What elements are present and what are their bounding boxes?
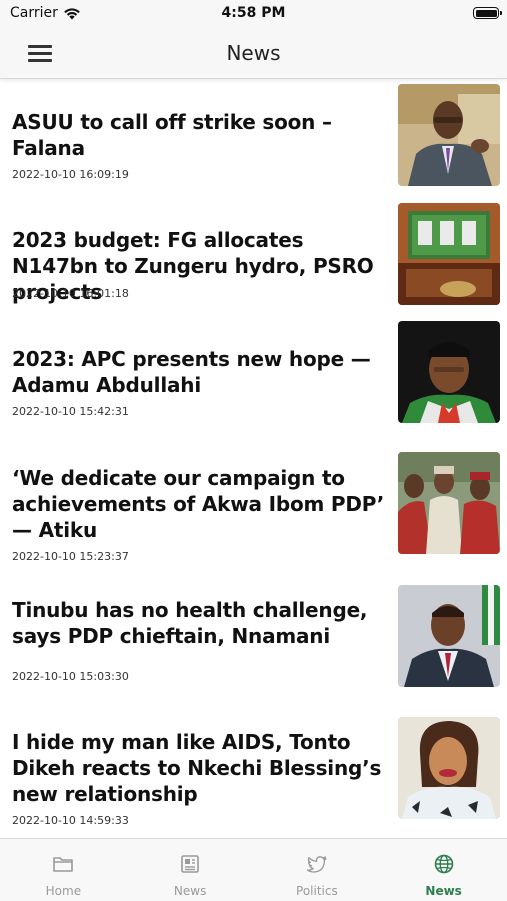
article-thumbnail	[398, 717, 500, 819]
status-time: 4:58 PM	[221, 5, 286, 21]
tab-label: News	[173, 884, 207, 898]
newspaper-icon	[181, 855, 199, 873]
article-headline: ASUU to call off strike soon – Falana	[12, 110, 332, 160]
list-item[interactable]: ‘We dedicate our campaign to achievement…	[0, 435, 507, 567]
article-timestamp: 2022-10-10 16:01:18	[12, 287, 129, 300]
status-bar: Carrier 4:58 PM	[0, 0, 507, 28]
tab-news-active[interactable]: News	[380, 839, 507, 901]
folder-icon	[53, 857, 74, 872]
article-timestamp: 2022-10-10 15:03:30	[12, 670, 129, 683]
article-headline: Tinubu has no health challenge, says PDP…	[12, 598, 368, 648]
article-thumbnail	[398, 452, 500, 554]
article-thumbnail	[398, 84, 500, 186]
article-headline: 2023: APC presents new hope — Adamu Abdu…	[12, 347, 371, 397]
article-list[interactable]: ASUU to call off strike soon – Falana 20…	[0, 79, 507, 838]
page-title: News	[226, 41, 281, 65]
article-headline: I hide my man like AIDS, Tonto Dikeh rea…	[12, 730, 382, 806]
article-headline: ‘We dedicate our campaign to achievement…	[12, 466, 385, 542]
tab-label: Politics	[296, 884, 338, 898]
article-timestamp: 2022-10-10 15:42:31	[12, 405, 129, 418]
globe-icon	[434, 854, 453, 874]
tab-label: Home	[45, 884, 82, 898]
tab-politics[interactable]: Politics	[254, 839, 381, 901]
battery-icon	[473, 7, 502, 19]
tab-bar: Home News Politics News	[0, 838, 507, 901]
list-item[interactable]: Tinubu has no health challenge, says PDP…	[0, 567, 507, 687]
article-timestamp: 2022-10-10 16:09:19	[12, 168, 129, 181]
tab-news[interactable]: News	[127, 839, 254, 901]
twitter-bird-icon	[306, 856, 327, 873]
article-thumbnail	[398, 203, 500, 305]
list-item[interactable]: 2023: APC presents new hope — Adamu Abdu…	[0, 316, 507, 435]
list-item[interactable]: I hide my man like AIDS, Tonto Dikeh rea…	[0, 686, 507, 838]
navigation-bar: News	[0, 28, 507, 79]
tab-label: News	[425, 884, 462, 898]
article-timestamp: 2022-10-10 15:23:37	[12, 550, 129, 563]
article-thumbnail	[398, 585, 500, 687]
article-timestamp: 2022-10-10 14:59:33	[12, 814, 129, 827]
list-item[interactable]: 2023 budget: FG allocates N147bn to Zung…	[0, 197, 507, 316]
tab-home[interactable]: Home	[0, 839, 127, 901]
list-item[interactable]: ASUU to call off strike soon – Falana 20…	[0, 79, 507, 197]
article-thumbnail	[398, 321, 500, 423]
